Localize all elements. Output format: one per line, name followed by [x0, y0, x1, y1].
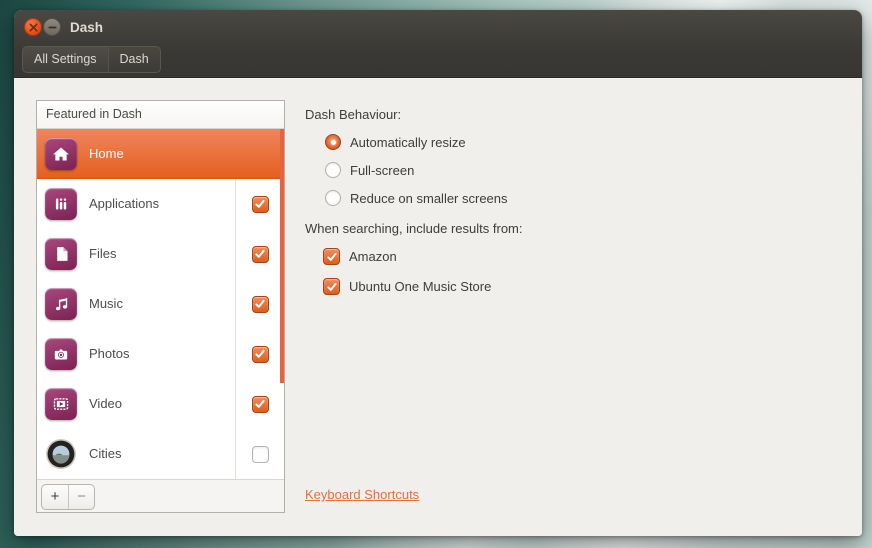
check-icon [254, 198, 266, 210]
cities-checkbox[interactable] [252, 446, 269, 463]
checkbox-column [235, 229, 284, 279]
settings-window: Dash All Settings Dash Featured in Dash … [14, 10, 862, 536]
minimize-button[interactable] [43, 18, 61, 36]
checkbox-amazon[interactable]: Amazon [323, 248, 397, 265]
applications-checkbox[interactable] [252, 196, 269, 213]
radio-label: Reduce on smaller screens [350, 191, 508, 206]
list-item-home[interactable]: Home [37, 129, 284, 179]
list-item-label: Files [89, 229, 116, 279]
titlebar: Dash [14, 10, 862, 46]
home-icon [45, 138, 77, 170]
keyboard-shortcuts-link[interactable]: Keyboard Shortcuts [305, 487, 419, 502]
video-checkbox[interactable] [252, 396, 269, 413]
music-checkbox[interactable] [252, 296, 269, 313]
list-footer-toolbar: + − [37, 479, 284, 512]
dash-behaviour-label: Dash Behaviour: [305, 107, 401, 122]
list-scrollbar[interactable] [280, 129, 284, 383]
radio-reduce-smaller-screens[interactable]: Reduce on smaller screens [325, 190, 508, 206]
checkbox-ubuntu-one-music-store[interactable]: Ubuntu One Music Store [323, 278, 491, 295]
radio-icon [325, 162, 341, 178]
breadcrumb-all-settings[interactable]: All Settings [23, 47, 109, 72]
search-results-label: When searching, include results from: [305, 221, 522, 236]
applications-icon [45, 188, 77, 220]
checkbox-checked-icon [323, 278, 340, 295]
cities-icon [45, 438, 77, 470]
breadcrumb: All Settings Dash [22, 46, 161, 73]
files-icon [45, 238, 77, 270]
radio-label: Automatically resize [350, 135, 466, 150]
window-title: Dash [70, 10, 103, 46]
check-icon [326, 251, 338, 263]
checkbox-column [235, 429, 284, 479]
add-lens-button[interactable]: + [42, 485, 68, 509]
check-icon [254, 398, 266, 410]
photos-icon [45, 338, 77, 370]
list-item-files[interactable]: Files [37, 229, 284, 279]
list-item-label: Applications [89, 179, 159, 229]
content-area: Featured in Dash Home [14, 78, 862, 536]
radio-label: Full-screen [350, 163, 414, 178]
list-item-label: Cities [89, 429, 122, 479]
checkbox-column [235, 379, 284, 429]
checkbox-column [235, 179, 284, 229]
checkbox-column [235, 279, 284, 329]
close-button[interactable] [24, 18, 42, 36]
breadcrumb-dash[interactable]: Dash [109, 47, 160, 72]
checkbox-label: Amazon [349, 249, 397, 264]
radio-selected-icon [325, 134, 341, 150]
list-item-label: Photos [89, 329, 129, 379]
list-item-photos[interactable]: Photos [37, 329, 284, 379]
checkbox-column [235, 329, 284, 379]
check-icon [254, 348, 266, 360]
check-icon [254, 298, 266, 310]
photos-checkbox[interactable] [252, 346, 269, 363]
list-item-video[interactable]: Video [37, 379, 284, 429]
check-icon [326, 281, 338, 293]
radio-full-screen[interactable]: Full-screen [325, 162, 414, 178]
checkbox-checked-icon [323, 248, 340, 265]
add-remove-group: + − [41, 484, 95, 510]
radio-icon [325, 190, 341, 206]
check-icon [254, 248, 266, 260]
list-item-cities[interactable]: Cities [37, 429, 284, 479]
list-item-label: Home [89, 129, 124, 179]
window-header: Dash All Settings Dash [14, 10, 862, 78]
files-checkbox[interactable] [252, 246, 269, 263]
list-item-label: Video [89, 379, 122, 429]
close-icon [29, 23, 38, 32]
list-item-label: Music [89, 279, 123, 329]
lens-list: Home Applications [37, 129, 284, 479]
music-icon [45, 288, 77, 320]
checkbox-label: Ubuntu One Music Store [349, 279, 491, 294]
minimize-icon [48, 23, 57, 32]
lens-list-header: Featured in Dash [37, 101, 284, 129]
list-item-applications[interactable]: Applications [37, 179, 284, 229]
list-item-music[interactable]: Music [37, 279, 284, 329]
video-icon [45, 388, 77, 420]
radio-automatically-resize[interactable]: Automatically resize [325, 134, 466, 150]
lens-list-panel: Featured in Dash Home [36, 100, 285, 513]
remove-lens-button[interactable]: − [68, 485, 94, 509]
